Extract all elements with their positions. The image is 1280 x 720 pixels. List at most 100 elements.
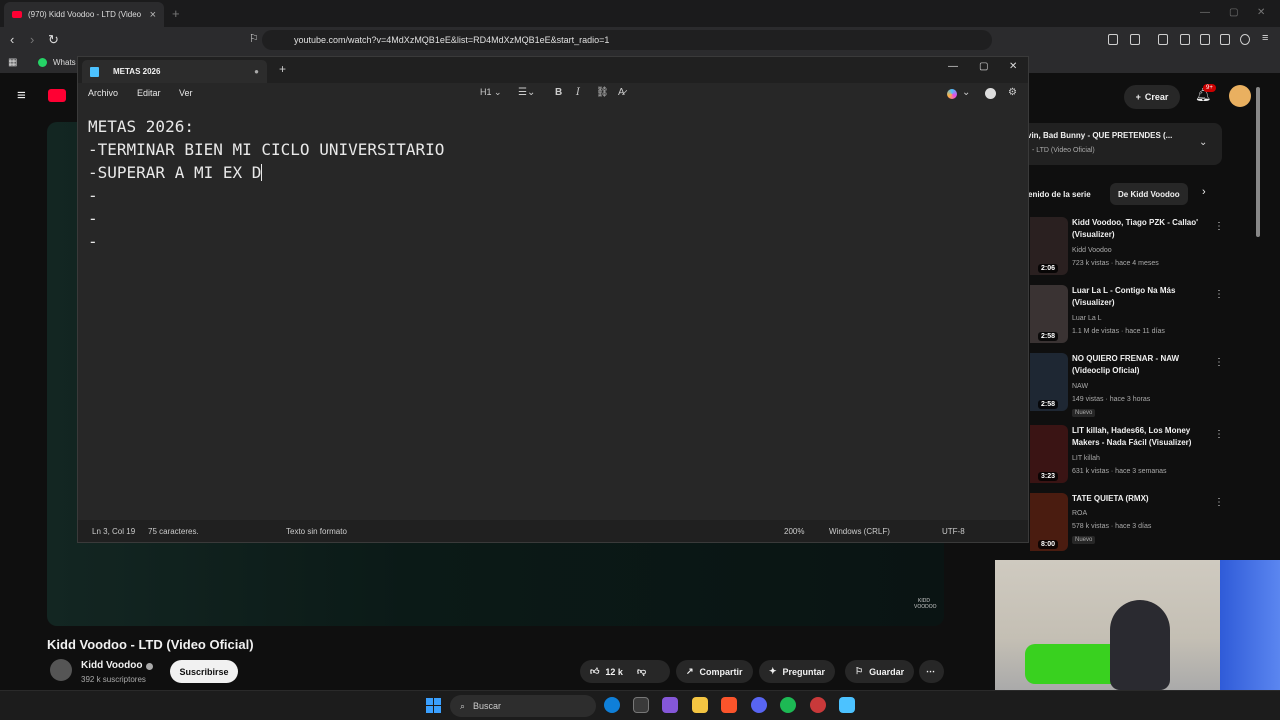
unsaved-dot-icon[interactable]: ●	[254, 67, 259, 76]
account-icon[interactable]	[985, 88, 996, 99]
settings-gear-icon[interactable]: ⚙	[1008, 87, 1017, 98]
copilot-icon[interactable]	[947, 89, 957, 99]
sidebar-icon[interactable]	[1180, 34, 1190, 45]
bookmark-icon[interactable]: ⚐	[249, 32, 259, 45]
verified-icon	[146, 663, 153, 670]
youtube-logo-icon[interactable]	[48, 89, 66, 102]
notepad-taskbar-icon[interactable]	[839, 697, 855, 713]
notepad-app-icon	[90, 66, 99, 77]
more-actions-button[interactable]: ⋯	[919, 660, 944, 683]
text-format[interactable]: Texto sin formato	[286, 527, 347, 536]
forward-icon[interactable]: ›	[30, 32, 34, 47]
ask-button[interactable]: ✦ Preguntar	[759, 660, 836, 683]
menu-editar[interactable]: Editar	[137, 88, 161, 98]
playlist-panel[interactable]	[1020, 123, 1222, 165]
notepad-maximize-icon[interactable]: ▢	[979, 61, 988, 72]
thumbs-up-icon[interactable]: 👍︎	[590, 666, 599, 677]
notepad-menubar: Archivo Editar Ver H1 ⌄ ☰⌄ B I ⛓ A̷ ⌄ ⚙	[78, 83, 1028, 105]
recommendation-item[interactable]: 2:06 Kidd Voodoo, Tiago PZK - Callao' (V…	[1030, 217, 1270, 279]
close-window-icon[interactable]: ✕	[1257, 7, 1265, 18]
menu-archivo[interactable]: Archivo	[88, 88, 118, 98]
vpn-icon[interactable]	[1240, 34, 1250, 45]
browser-tab[interactable]: (970) Kidd Voodoo - LTD (Video ×	[4, 2, 164, 27]
windows-start-icon[interactable]	[426, 698, 441, 713]
leo-icon[interactable]	[1220, 34, 1230, 45]
recommendation-item[interactable]: 8:00 TATE QUIETA (RMX) ROA 578 k vistas …	[1030, 493, 1270, 555]
menu-icon[interactable]: ≡	[1262, 32, 1268, 44]
file-explorer-icon[interactable]	[692, 697, 708, 713]
sparkle-icon: ✦	[769, 666, 777, 676]
notepad-tab[interactable]: METAS 2026 ●	[82, 60, 267, 83]
chevron-right-icon[interactable]: ›	[1202, 186, 1206, 198]
notepad-new-tab-button[interactable]: +	[279, 62, 286, 76]
like-dislike-group[interactable]: 👍︎ 12 k 👎︎	[580, 660, 670, 683]
line-endings[interactable]: Windows (CRLF)	[829, 527, 890, 536]
brave-icon[interactable]	[721, 697, 737, 713]
reload-icon[interactable]: ↻	[48, 32, 59, 48]
clear-format-icon[interactable]: A̷	[618, 87, 625, 98]
close-tab-icon[interactable]: ×	[150, 9, 156, 21]
menu-ver[interactable]: Ver	[179, 88, 193, 98]
user-avatar[interactable]	[1229, 85, 1251, 107]
extension-icon[interactable]	[1130, 34, 1140, 45]
store-icon[interactable]	[633, 697, 649, 713]
encoding[interactable]: UTF-8	[942, 527, 965, 536]
browser-toolbar: ‹ › ↻ ⚐ youtube.com/watch?v=4MdXzMQB1eE&…	[0, 27, 1280, 53]
more-options-icon[interactable]: ⋮	[1214, 221, 1224, 232]
taskbar-search[interactable]: ⌕ Buscar	[450, 695, 596, 717]
more-options-icon[interactable]: ⋮	[1214, 429, 1224, 440]
rec-title: LIT killah, Hades66, Los Money Makers - …	[1072, 426, 1192, 447]
heading-value: H1	[480, 87, 492, 97]
extension-icon[interactable]	[1108, 34, 1118, 45]
notepad-minimize-icon[interactable]: —	[948, 61, 958, 72]
recommendation-item[interactable]: 3:23 LIT killah, Hades66, Los Money Make…	[1030, 425, 1270, 487]
chip-series[interactable]: enido de la serie	[1020, 183, 1099, 205]
rec-meta: 149 vistas · hace 3 horas	[1072, 396, 1151, 403]
channel-name[interactable]: Kidd Voodoo	[81, 660, 142, 671]
wallet-icon[interactable]	[1200, 34, 1210, 45]
save-button[interactable]: ⚐ Guardar	[845, 660, 915, 683]
list-icon[interactable]: ☰⌄	[518, 87, 535, 98]
bookmark-whatsapp[interactable]: Whats	[53, 58, 76, 67]
rec-channel: Kidd Voodoo	[1072, 247, 1112, 254]
back-icon[interactable]: ‹	[10, 32, 14, 47]
thumbs-down-icon[interactable]: 👎︎	[637, 666, 646, 677]
channel-avatar[interactable]	[50, 659, 72, 681]
subscriber-count: 392 k suscriptores	[81, 675, 146, 684]
share-button[interactable]: ↗ Compartir	[676, 660, 753, 683]
heading-select[interactable]: H1 ⌄	[480, 87, 502, 98]
scrollbar[interactable]	[1256, 87, 1260, 237]
apps-grid-icon[interactable]: ▦	[8, 57, 17, 68]
recommendation-item[interactable]: 2:58 NO QUIERO FRENAR - NAW (Videoclip O…	[1030, 353, 1270, 417]
address-bar[interactable]: youtube.com/watch?v=4MdXzMQB1eE&list=RD4…	[262, 30, 992, 50]
zoom-level[interactable]: 200%	[784, 527, 804, 536]
chevron-down-icon[interactable]: ⌄	[1199, 137, 1207, 148]
media-icon[interactable]	[1158, 34, 1168, 45]
edge-icon[interactable]	[604, 697, 620, 713]
notepad-window: METAS 2026 ● + — ▢ ✕ Archivo Editar Ver …	[77, 56, 1029, 543]
discord-icon[interactable]	[751, 697, 767, 713]
rec-meta: 578 k vistas · hace 3 días	[1072, 523, 1152, 530]
office-icon[interactable]	[662, 697, 678, 713]
minimize-icon[interactable]: —	[1200, 7, 1210, 18]
new-tab-button[interactable]: +	[172, 6, 180, 21]
whatsapp-icon	[38, 58, 47, 67]
link-icon[interactable]: ⛓	[596, 87, 609, 98]
obs-icon[interactable]	[810, 697, 826, 713]
notepad-text-area[interactable]: METAS 2026: -TERMINAR BIEN MI CICLO UNIVE…	[88, 115, 444, 253]
duration-badge: 2:58	[1038, 332, 1059, 341]
more-options-icon[interactable]: ⋮	[1214, 289, 1224, 300]
hamburger-menu-icon[interactable]: ≡	[17, 87, 26, 104]
spotify-icon[interactable]	[780, 697, 796, 713]
italic-icon[interactable]: I	[576, 87, 580, 98]
chip-kidd-voodoo[interactable]: De Kidd Voodoo	[1110, 183, 1188, 205]
recommendation-item[interactable]: 2:58 Luar La L - Contigo Na Más (Visuali…	[1030, 285, 1270, 347]
notepad-close-icon[interactable]: ✕	[1009, 61, 1017, 72]
bold-icon[interactable]: B	[555, 87, 562, 98]
create-button[interactable]: + Crear	[1124, 85, 1180, 109]
subscribe-button[interactable]: Suscribirse	[170, 660, 238, 683]
more-options-icon[interactable]: ⋮	[1214, 497, 1224, 508]
more-options-icon[interactable]: ⋮	[1214, 357, 1224, 368]
maximize-icon[interactable]: ▢	[1229, 7, 1238, 18]
chevron-down-icon[interactable]: ⌄	[962, 87, 970, 98]
